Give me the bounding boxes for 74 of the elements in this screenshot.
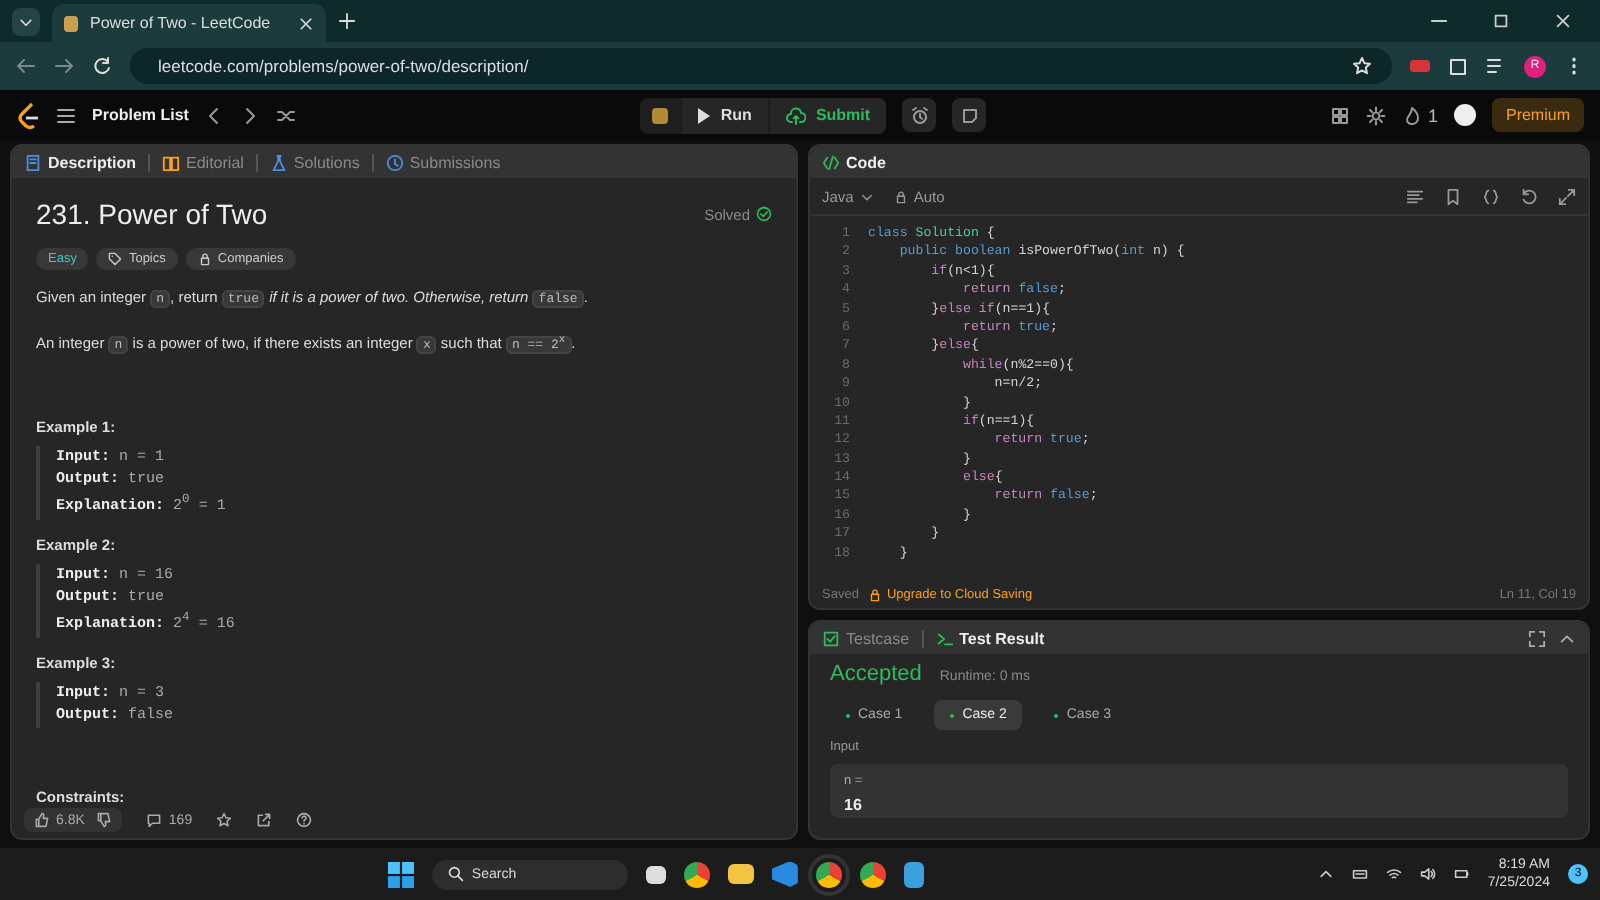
close-icon[interactable] xyxy=(1554,12,1572,30)
bookmark-star-icon[interactable] xyxy=(1352,56,1372,76)
problem-title: 231. Power of Two xyxy=(36,198,268,230)
forward-icon[interactable] xyxy=(54,56,74,76)
comment-icon[interactable] xyxy=(146,812,163,828)
thumbs-up-icon[interactable] xyxy=(34,812,50,828)
favorite-star-icon[interactable] xyxy=(216,812,233,828)
run-button[interactable]: Run xyxy=(682,97,768,133)
thumbs-down-icon[interactable] xyxy=(96,812,113,828)
speaker-icon[interactable] xyxy=(1419,866,1436,882)
chevron-up-icon[interactable] xyxy=(1317,866,1334,882)
media-list-icon[interactable] xyxy=(1486,56,1506,76)
shuffle-icon[interactable] xyxy=(276,105,297,125)
battery-icon[interactable] xyxy=(1453,866,1470,882)
browser-icon[interactable] xyxy=(815,861,842,887)
browser-icon[interactable] xyxy=(683,861,710,887)
tab-list-button[interactable] xyxy=(12,7,40,35)
cloud-upload-icon[interactable] xyxy=(785,105,806,125)
code-tab[interactable]: Code xyxy=(822,153,886,171)
grid-icon[interactable] xyxy=(1329,105,1350,125)
terminal-icon[interactable] xyxy=(935,629,954,647)
close-icon[interactable] xyxy=(298,15,314,31)
settings-icon[interactable] xyxy=(1365,105,1386,125)
note-icon[interactable] xyxy=(959,105,980,125)
tag-icon[interactable] xyxy=(108,252,123,266)
lock-icon[interactable] xyxy=(868,587,883,601)
book-icon[interactable] xyxy=(162,153,181,171)
variable-value: 16 xyxy=(844,796,864,814)
bookmark-icon[interactable] xyxy=(1444,187,1462,205)
leetcode-logo-icon[interactable] xyxy=(16,101,40,129)
lock-icon[interactable] xyxy=(197,252,212,266)
streak-counter[interactable]: 1 xyxy=(1401,105,1438,125)
premium-button[interactable]: Premium xyxy=(1491,98,1584,132)
expand-icon[interactable] xyxy=(1558,187,1576,205)
keyboard-icon[interactable] xyxy=(1351,866,1368,882)
undo-icon[interactable] xyxy=(1520,187,1538,205)
next-icon[interactable] xyxy=(240,105,261,125)
list-icon[interactable] xyxy=(56,105,76,125)
problem-list-link[interactable]: Problem List xyxy=(92,106,189,124)
share-icon[interactable] xyxy=(256,812,273,828)
panel-tab[interactable]: Description xyxy=(24,153,137,171)
wifi-icon[interactable] xyxy=(1385,866,1402,882)
new-tab-icon[interactable] xyxy=(338,12,356,30)
note-button[interactable] xyxy=(952,98,987,132)
panel-tab[interactable]: Testcase xyxy=(822,629,910,647)
panel-tab[interactable]: Test Result xyxy=(935,629,1045,647)
alarm-clock-button[interactable] xyxy=(902,98,937,132)
user-avatar[interactable] xyxy=(1453,104,1476,126)
reload-icon[interactable] xyxy=(92,56,112,76)
panel-tab[interactable]: Solutions xyxy=(269,153,360,171)
panel-tab[interactable]: Editorial xyxy=(162,153,244,171)
document-icon[interactable] xyxy=(24,153,42,171)
browser-icon[interactable] xyxy=(859,861,886,887)
search-icon[interactable] xyxy=(447,866,464,882)
lock-icon[interactable] xyxy=(893,189,908,203)
panel-tab[interactable]: Submissions xyxy=(385,153,501,171)
chevron-down-icon[interactable] xyxy=(859,189,874,203)
browser-tab[interactable]: Power of Two - LeetCode xyxy=(52,4,326,42)
address-bar[interactable]: leetcode.com/problems/power-of-two/description/ xyxy=(130,48,1392,84)
windows-start-icon[interactable] xyxy=(387,861,414,887)
flask-icon[interactable] xyxy=(269,153,288,171)
help-icon[interactable] xyxy=(296,812,313,828)
alarm-clock-icon[interactable] xyxy=(909,105,930,125)
format-icon[interactable] xyxy=(1406,187,1424,205)
puzzle-icon[interactable] xyxy=(1448,56,1468,76)
maximize-icon[interactable] xyxy=(1492,12,1510,30)
code-icon[interactable] xyxy=(822,153,840,171)
checkbox-icon[interactable] xyxy=(822,629,840,647)
submit-button[interactable]: Submit xyxy=(769,97,887,133)
verdict-text: Accepted xyxy=(830,662,922,686)
fullscreen-icon[interactable] xyxy=(1528,629,1546,647)
history-icon[interactable] xyxy=(385,153,404,171)
back-icon[interactable] xyxy=(16,56,36,76)
braces-icon[interactable] xyxy=(1482,187,1500,205)
